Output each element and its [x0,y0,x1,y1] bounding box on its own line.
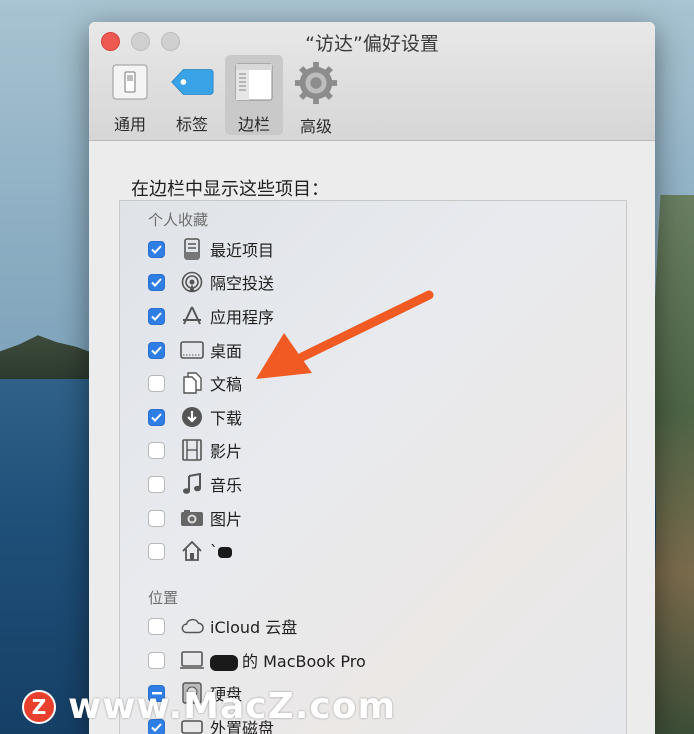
watermark: Z www.MacZ.com [22,686,396,727]
list-item-recents[interactable]: 最近项目 [148,236,274,262]
window-title: “访达”偏好设置 [305,33,439,55]
checkbox-music[interactable] [148,475,165,493]
tab-general-label: 通用 [113,115,146,134]
list-item-movies[interactable]: 影片 [148,437,242,463]
downloads-icon [180,405,204,429]
list-item-label: 最近项目 [210,241,275,260]
checkbox-home[interactable] [148,542,165,560]
desktop-icon [180,338,204,362]
list-item-label: 文稿 [210,375,243,394]
tab-advanced-label: 高级 [299,117,332,136]
list-item-label: iCloud 云盘 [210,618,298,637]
desktop-cliff [652,195,694,734]
checkbox-macbook[interactable] [148,651,165,669]
redacted-mark [210,654,238,671]
list-item-label: 图片 [210,510,243,529]
tab-sidebar[interactable]: 边栏 [225,55,283,135]
list-item-pictures[interactable]: 图片 [148,505,242,531]
tab-sidebar-label: 边栏 [237,115,270,134]
checkbox-airdrop[interactable] [148,273,165,291]
list-item-label: 桌面 [210,342,243,361]
titlebar: “访达”偏好设置 通用 标签 边栏 高级 [89,22,655,141]
gear-icon [294,61,338,105]
tab-tags[interactable]: 标签 [163,55,221,135]
recents-icon [180,237,204,261]
tab-general[interactable]: 通用 [101,55,159,135]
favorites-group-title: 个人收藏 [148,211,209,229]
airdrop-icon [180,270,204,294]
music-icon [180,472,204,496]
checkbox-desktop[interactable] [148,341,165,359]
checkbox-movies[interactable] [148,441,165,459]
watermark-text: www.MacZ.com [68,686,396,727]
annotation-arrow-icon [256,290,434,379]
tab-tags-label: 标签 [175,115,208,134]
list-item-icloud[interactable]: iCloud 云盘 [148,613,297,639]
pictures-icon [180,506,204,530]
sidebar-preferences-pane: 在边栏中显示这些项目： 个人收藏 最近项目 隔空投送 应用程序 桌面 文稿 下载… [89,141,655,734]
list-item-label: ` [210,542,236,561]
redacted-mark [218,546,232,558]
home-icon [180,539,204,563]
documents-icon [180,371,204,395]
tab-advanced[interactable]: 高级 [287,55,345,136]
checkbox-pictures[interactable] [148,509,165,527]
watermark-logo-icon: Z [22,689,56,724]
checkbox-documents[interactable] [148,374,165,392]
list-item-downloads[interactable]: 下载 [148,404,242,430]
list-item-music[interactable]: 音乐 [148,471,242,497]
preferences-toolbar: 通用 标签 边栏 高级 [101,55,345,136]
list-item-label: 音乐 [210,476,243,495]
list-item-desktop[interactable]: 桌面 [148,337,242,363]
list-item-home[interactable]: ` [148,538,236,564]
checkbox-applications[interactable] [148,307,165,325]
movies-icon [180,438,204,462]
list-item-macbook[interactable]: 的 MacBook Pro [148,647,366,673]
list-item-label: 的 MacBook Pro [210,648,366,672]
section-heading: 在边栏中显示这些项目： [131,179,329,200]
switch-icon [108,61,152,103]
checkbox-downloads[interactable] [148,408,165,426]
list-item-documents[interactable]: 文稿 [148,370,242,396]
computer-icon [180,648,204,672]
tag-icon [170,61,214,103]
list-item-label: 影片 [210,442,243,461]
sidebar-icon [232,61,276,103]
checkbox-recents[interactable] [148,240,165,258]
checkbox-icloud[interactable] [148,617,165,635]
list-item-label: 下载 [210,409,243,428]
applications-icon [180,304,204,328]
icloud-icon [180,614,204,638]
sidebar-items-list: 个人收藏 最近项目 隔空投送 应用程序 桌面 文稿 下载 影片 音乐 图片 ` … [119,200,627,734]
locations-group-title: 位置 [148,589,179,607]
